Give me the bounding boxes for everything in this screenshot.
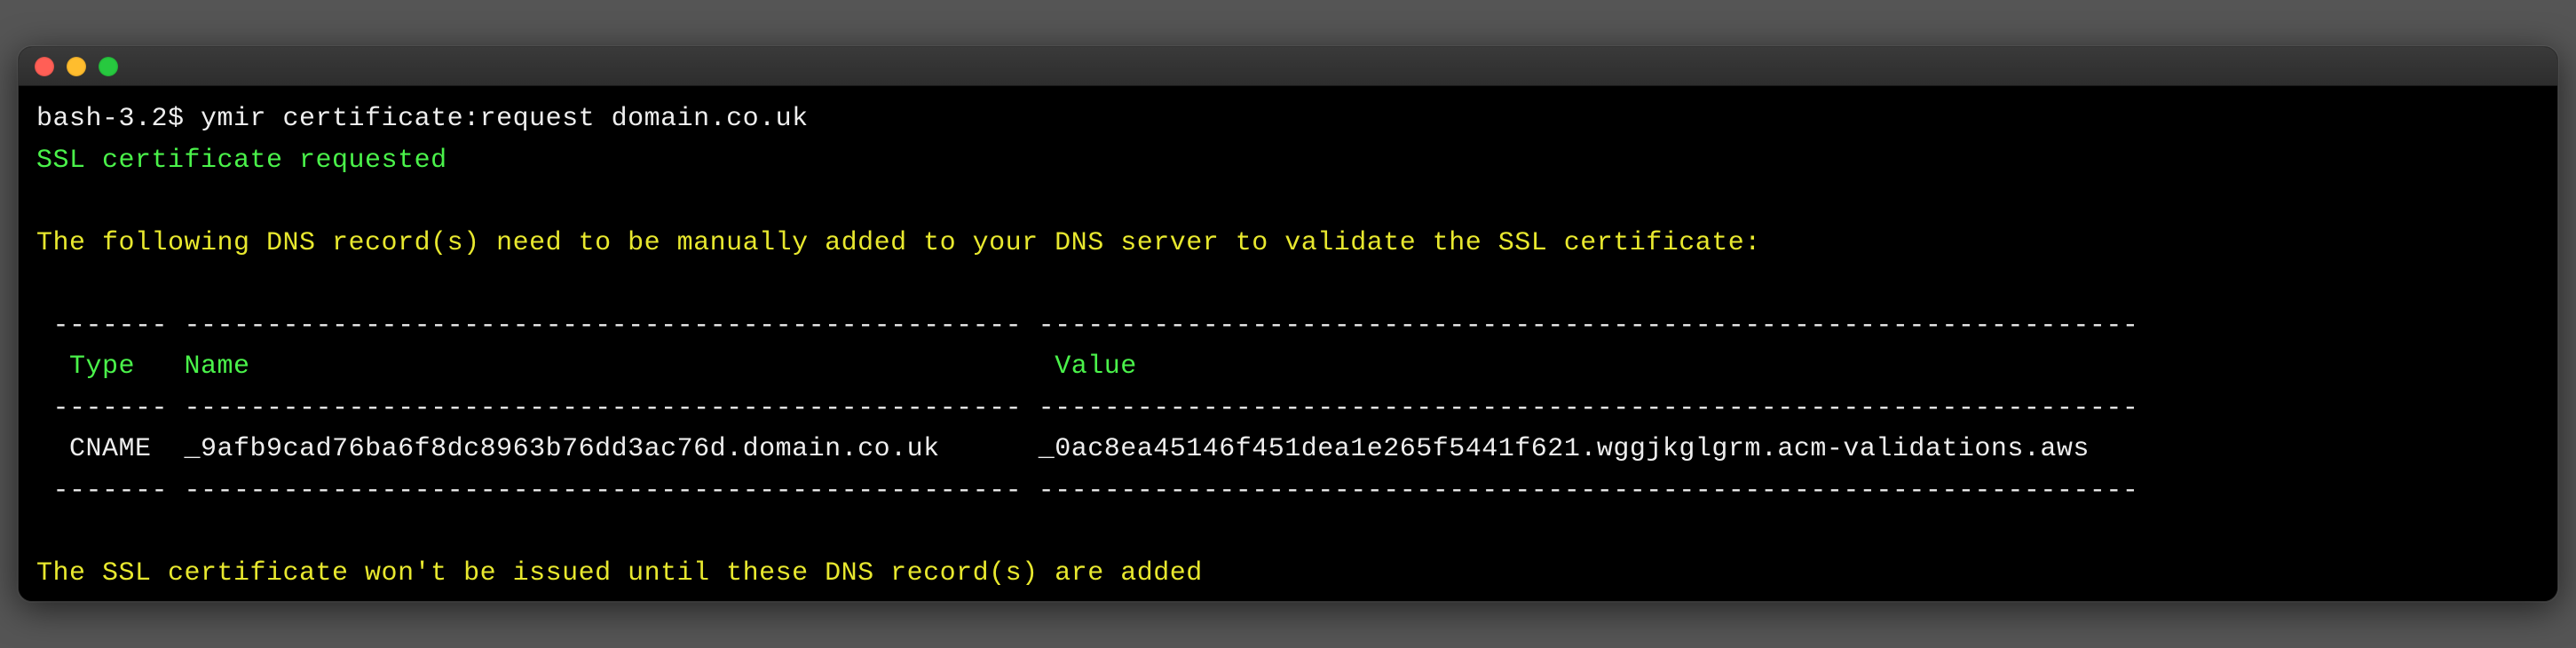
output-footer: The SSL certificate won't be issued unti… (36, 553, 2540, 595)
table-sep-top: ------- --------------------------------… (36, 305, 2540, 347)
output-instruction: The following DNS record(s) need to be m… (36, 223, 2540, 265)
terminal-content[interactable]: bash-3.2$ ymir certificate:request domai… (19, 86, 2557, 601)
table-cell-value: _0ac8ea45146f451dea1e265f5441f621.wggjkg… (1039, 434, 2090, 464)
table-header-value: Value (1055, 352, 1137, 382)
command-text: ymir certificate:request domain.co.uk (201, 104, 809, 134)
close-icon[interactable] (35, 57, 54, 76)
zoom-icon[interactable] (99, 57, 118, 76)
table-cell-type: CNAME (36, 434, 152, 464)
table-header-row: Type Name Value (36, 346, 2540, 388)
table-sep-bottom: ------- --------------------------------… (36, 470, 2540, 512)
blank-line-1 (36, 181, 2540, 223)
table-row: CNAME _9afb9cad76ba6f8dc8963b76dd3ac76d.… (36, 429, 2540, 470)
shell-prompt: bash-3.2$ (36, 104, 201, 134)
table-header-name: Name (185, 352, 250, 382)
table-sep-mid: ------- --------------------------------… (36, 388, 2540, 430)
window-titlebar (19, 47, 2557, 86)
blank-line-3 (36, 511, 2540, 553)
table-header-type: Type (36, 352, 152, 382)
prompt-line: bash-3.2$ ymir certificate:request domai… (36, 99, 2540, 140)
terminal-window: bash-3.2$ ymir certificate:request domai… (18, 46, 2558, 602)
output-success: SSL certificate requested (36, 140, 2540, 182)
table-cell-name: _9afb9cad76ba6f8dc8963b76dd3ac76d.domain… (185, 434, 940, 464)
minimize-icon[interactable] (67, 57, 86, 76)
blank-line-2 (36, 264, 2540, 305)
